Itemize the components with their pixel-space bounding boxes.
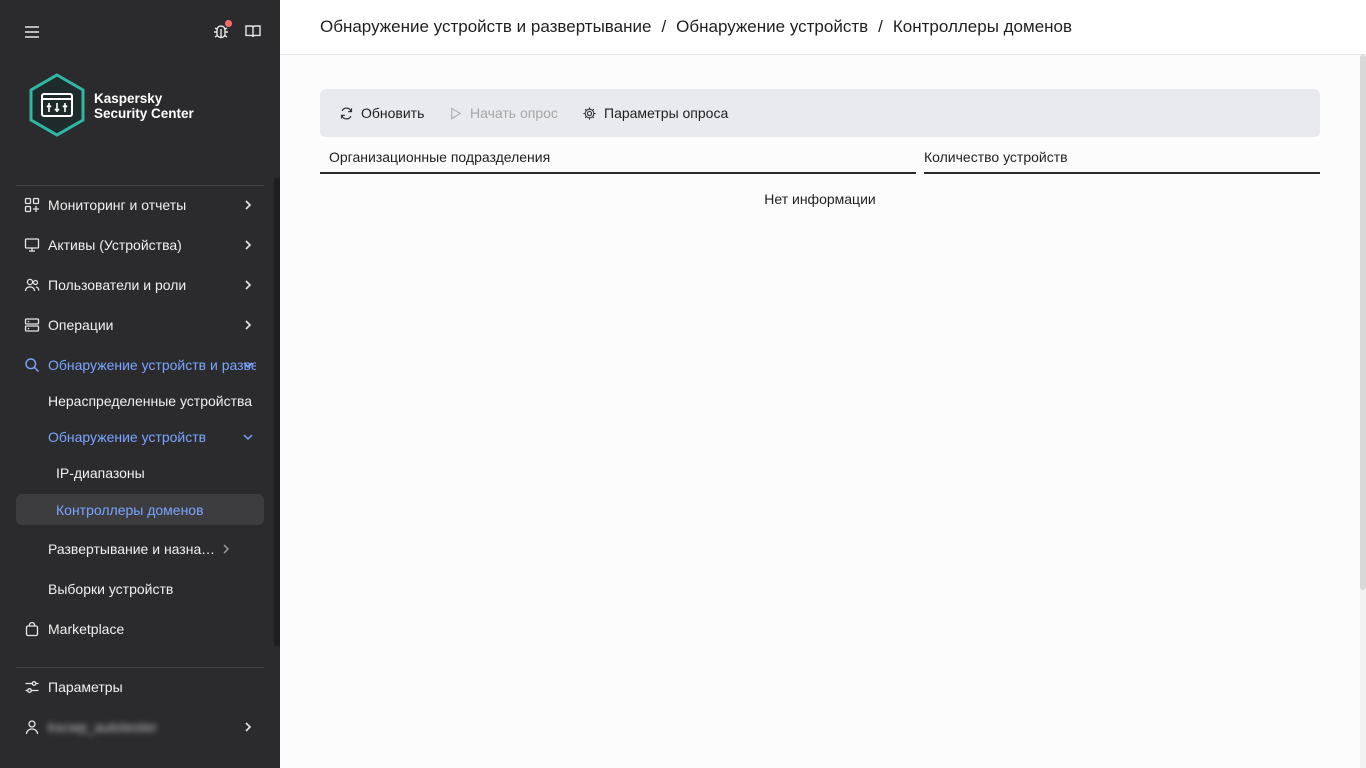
chevron-right-icon <box>245 320 252 330</box>
chevron-right-icon <box>245 200 252 210</box>
chevron-down-icon <box>243 434 253 440</box>
dashboard-icon <box>24 197 40 213</box>
gear-icon <box>583 106 596 120</box>
refresh-button[interactable]: Обновить <box>339 103 424 123</box>
menu-icon[interactable] <box>22 22 42 42</box>
start-poll-button[interactable]: Начать опрос <box>448 103 558 123</box>
sidebar-item-monitoring[interactable]: Мониторинг и отчеты <box>16 189 264 221</box>
logo-hexagon-icon <box>29 73 85 137</box>
breadcrumb-domain-controllers: Контроллеры доменов <box>892 17 1073 36</box>
search-icon <box>25 358 40 373</box>
sidebar-item-deployment[interactable]: Развертывание и назначение <box>16 533 264 565</box>
sidebar-item-user-account[interactable]: kscwp_autotester <box>16 711 264 743</box>
start-poll-label: Начать опрос <box>470 105 558 121</box>
sidebar-item-label: Активы (Устройства) <box>48 237 182 253</box>
main-scrollbar[interactable] <box>1360 55 1366 768</box>
sidebar-item-label: IP-диапазоны <box>56 465 145 481</box>
brand-line-1: Kaspersky <box>94 91 163 106</box>
sidebar-item-device-selections[interactable]: Выборки устройств <box>16 573 264 605</box>
sidebar-item-ip-ranges[interactable]: IP-диапазоны <box>16 457 264 489</box>
page-header: Обнаружение устройств и развертывание / Об… <box>280 0 1366 55</box>
sidebar-scrollbar[interactable] <box>274 178 280 646</box>
sidebar-item-label: Обнаружение устройств <box>48 429 207 445</box>
user-icon <box>25 720 39 735</box>
sidebar-header <box>0 0 280 64</box>
sidebar-divider <box>16 667 264 668</box>
sidebar-item-label: Операции <box>48 317 114 333</box>
breadcrumb-discovery-deployment[interactable]: Обнаружение устройств и развертывание <box>320 17 651 36</box>
column-gap <box>916 140 924 174</box>
chevron-right-icon <box>223 544 229 554</box>
sidebar-item-operations[interactable]: Операции <box>16 309 264 341</box>
user-name: kscwp_autotester <box>48 719 157 735</box>
sliders-icon <box>25 681 39 693</box>
sidebar: Kaspersky Security Center Мониторинг и о… <box>0 0 280 768</box>
sidebar-item-assets[interactable]: Активы (Устройства) <box>16 229 264 261</box>
brand-line-2: Security Center <box>94 106 194 121</box>
kaspersky-logo[interactable]: Kaspersky Security Center <box>24 72 264 142</box>
refresh-label: Обновить <box>361 105 425 121</box>
poll-settings-button[interactable]: Параметры опроса <box>582 103 728 123</box>
sidebar-item-label: Выборки устройств <box>48 581 174 597</box>
sidebar-item-label: Параметры <box>48 679 123 695</box>
toolbar: Обновить Начать опрос Параметры опроса <box>320 89 1320 137</box>
sidebar-item-users[interactable]: Пользователи и роли <box>16 269 264 301</box>
play-icon <box>451 106 462 120</box>
chevron-right-icon <box>245 240 252 250</box>
sidebar-divider <box>16 185 264 186</box>
server-icon <box>24 318 40 332</box>
column-header-org-units[interactable]: Организационные подразделения <box>320 140 916 174</box>
breadcrumb: Обнаружение устройств и развертывание / Об… <box>320 17 1072 37</box>
monitor-icon <box>24 238 40 252</box>
sidebar-item-label: Marketplace <box>48 621 125 637</box>
users-icon <box>24 278 40 292</box>
sidebar-item-settings[interactable]: Параметры <box>16 671 264 703</box>
sidebar-item-label: Пользователи и роли <box>48 277 187 293</box>
column-header-device-count[interactable]: Количество устройств <box>915 140 1320 174</box>
book-icon[interactable] <box>242 20 264 42</box>
bag-icon <box>25 621 39 637</box>
column-header-label: Количество устройств <box>924 149 1068 165</box>
column-header-label: Организационные подразделения <box>329 149 551 165</box>
brand-name: Kaspersky Security Center <box>94 91 194 121</box>
sidebar-item-label: Мониторинг и отчеты <box>48 197 187 213</box>
refresh-icon <box>340 106 353 120</box>
main-scrollbar-thumb[interactable] <box>1360 55 1366 590</box>
notifications-bug-icon[interactable] <box>210 20 232 42</box>
sidebar-item-label: Обнаружение устройств и развертывание <box>48 357 256 373</box>
sidebar-item-label: Контроллеры доменов <box>56 501 204 518</box>
chevron-right-icon <box>245 722 252 732</box>
sidebar-item-label: Развертывание и назначение <box>48 541 216 557</box>
sidebar-item-marketplace[interactable]: Marketplace <box>16 613 264 645</box>
sidebar-item-domain-controllers[interactable]: Контроллеры доменов <box>16 494 264 525</box>
breadcrumb-device-discovery[interactable]: Обнаружение устройств <box>676 17 868 36</box>
chevron-down-icon <box>243 362 253 369</box>
notification-dot <box>225 20 232 27</box>
chevron-right-icon <box>245 280 252 290</box>
poll-settings-label: Параметры опроса <box>604 105 729 121</box>
sidebar-item-label: Нераспределенные устройства <box>48 393 253 409</box>
sidebar-item-unassigned-devices[interactable]: Нераспределенные устройства <box>16 385 264 417</box>
breadcrumb-separator: / <box>661 17 667 36</box>
breadcrumb-separator: / <box>878 17 883 36</box>
sidebar-item-device-discovery[interactable]: Обнаружение устройств <box>16 421 264 453</box>
empty-state-message: Нет информации <box>764 191 876 207</box>
sidebar-item-discovery[interactable]: Обнаружение устройств и развертывание <box>16 349 264 381</box>
